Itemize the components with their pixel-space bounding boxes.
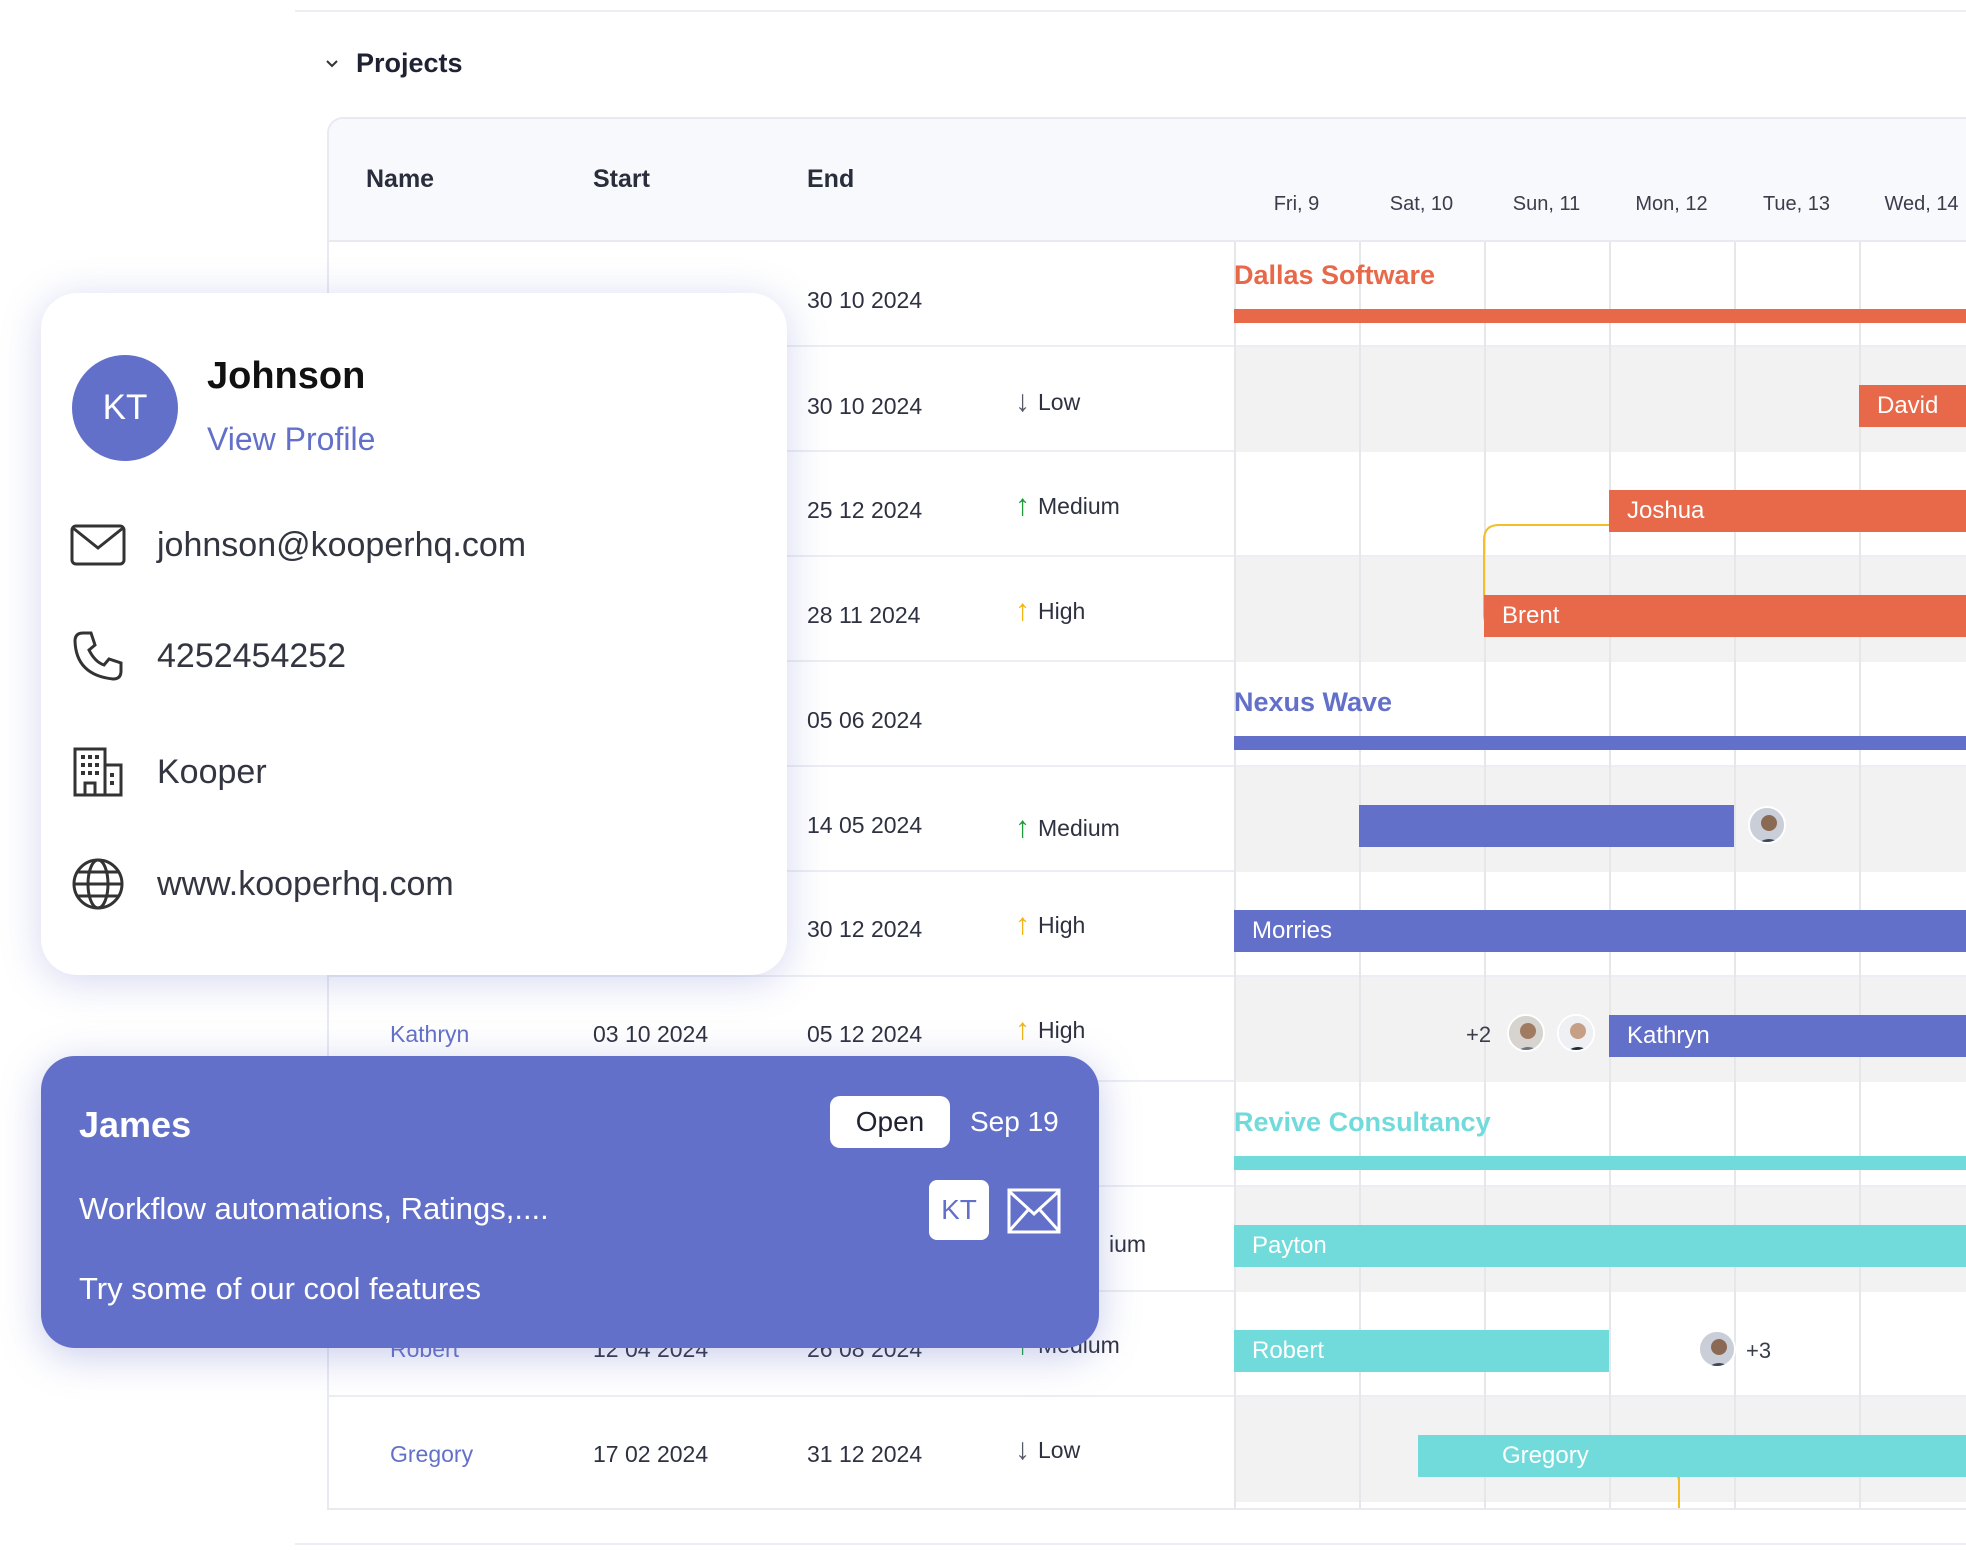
group-bar[interactable] [1234,1156,1966,1170]
task-bar[interactable] [1359,805,1734,847]
priority-label: Low [1038,388,1081,415]
day-header: Mon, 12 [1635,193,1708,215]
grid-header: Name Start End Fri, 9 Sat, 10 Sun, 11 Mo… [329,119,1966,242]
task-bar-david[interactable]: David [1859,385,1966,427]
arrow-up-icon: ↑ [1015,594,1030,627]
assignee-avatar[interactable] [1748,806,1786,844]
envelope-icon[interactable] [1007,1188,1061,1234]
end-date: 25 12 2024 [807,497,923,523]
top-divider [295,10,1966,12]
end-date: 30 10 2024 [807,393,923,419]
arrow-down-icon: ↓ [1015,385,1030,418]
projects-section-toggle[interactable]: Projects [322,48,463,79]
priority-label: ium [1109,1231,1147,1257]
priority-label: Low [1038,1436,1081,1463]
assignee-avatar[interactable] [1698,1330,1736,1368]
extra-assignees-count[interactable]: +2 [1466,1022,1491,1048]
priority-cell: ↓ Low [1015,387,1080,417]
building-icon [69,743,127,801]
group-label-nexus[interactable]: Nexus Wave [1234,687,1392,718]
section-title: Projects [356,48,463,78]
day-header: Sat, 10 [1389,193,1454,215]
avatar[interactable]: KT [72,355,178,461]
end-date: 05 12 2024 [807,1021,923,1047]
day-header: Tue, 13 [1762,193,1831,215]
priority-cell: ↑ Medium [1015,813,1120,843]
task-subtitle: Workflow automations, Ratings,.... [79,1191,549,1226]
group-bar[interactable] [1234,736,1966,750]
task-bar-kathryn[interactable]: Kathryn [1609,1015,1966,1057]
task-card[interactable]: James Open Sep 19 Workflow automations, … [41,1056,1099,1348]
view-profile-link[interactable]: View Profile [207,421,375,458]
group-label-revive[interactable]: Revive Consultancy [1234,1107,1491,1138]
task-name-link[interactable]: Kathryn [390,1021,469,1048]
task-bar-payton[interactable]: Payton [1234,1225,1966,1267]
priority-label: Medium [1038,492,1120,519]
arrow-up-icon: ↑ [1015,908,1030,941]
status-badge[interactable]: Open [830,1096,950,1148]
day-header: Fri, 9 [1273,193,1320,215]
column-header-end[interactable]: End [807,165,854,194]
day-header: Wed, 14 [1884,193,1959,215]
priority-label: High [1038,597,1086,624]
contact-email[interactable]: johnson@kooperhq.com [157,526,526,565]
contact-company-row[interactable]: Kooper [69,743,267,801]
contact-website[interactable]: www.kooperhq.com [157,865,454,904]
gantt-timeline: Dallas Software David Joshua Brent Nexus… [1234,242,1966,1508]
bottom-divider [295,1543,1966,1545]
task-bar-brent[interactable]: Brent [1484,595,1966,637]
arrow-up-icon: ↑ [1015,811,1030,844]
end-date: 05 06 2024 [807,707,923,733]
priority-cell: ↑ High [1015,1015,1085,1045]
phone-icon [69,627,127,685]
column-header-start[interactable]: Start [593,165,650,194]
group-label-dallas[interactable]: Dallas Software [1234,260,1435,291]
day-header: Sun, 11 [1512,193,1581,215]
task-date: Sep 19 [970,1106,1059,1137]
contact-name: Johnson [207,355,366,397]
task-name-link[interactable]: Gregory [390,1441,473,1468]
assignee-avatar[interactable] [1557,1014,1595,1052]
task-bar-gregory[interactable]: Gregory [1418,1435,1966,1477]
end-date: 28 11 2024 [807,602,921,628]
end-date: 30 12 2024 [807,916,923,942]
assignee-avatar[interactable] [1507,1014,1545,1052]
globe-icon [69,855,127,913]
end-date: 30 10 2024 [807,287,923,313]
contact-website-row[interactable]: www.kooperhq.com [69,855,454,913]
priority-cell: ↑ High [1015,910,1085,940]
extra-assignees-count[interactable]: +3 [1746,1338,1771,1364]
assignee-badge[interactable]: KT [929,1180,989,1240]
contact-profile-card: KT Johnson View Profile johnson@kooperhq… [41,293,787,975]
mail-icon [69,516,127,574]
contact-company[interactable]: Kooper [157,753,267,792]
priority-label: Medium [1038,814,1120,841]
task-description: Try some of our cool features [79,1271,482,1306]
priority-label: High [1038,1016,1086,1043]
contact-phone[interactable]: 4252454252 [157,637,346,676]
arrow-up-icon: ↑ [1015,1013,1030,1046]
chevron-down-icon [322,54,342,74]
priority-cell: ↑ High [1015,596,1085,626]
dependency-lines [1483,524,1859,1508]
priority-cell: ↓ Low [1015,1435,1080,1465]
column-header-name[interactable]: Name [366,165,434,194]
group-bar[interactable] [1234,309,1966,323]
task-bar-morries[interactable]: Morries [1234,910,1966,952]
start-date: 17 02 2024 [593,1441,709,1467]
end-date: 14 05 2024 [807,812,923,838]
task-bar-joshua[interactable]: Joshua [1609,490,1966,532]
arrow-down-icon: ↓ [1015,1433,1030,1466]
contact-phone-row[interactable]: 4252454252 [69,627,346,685]
end-date: 31 12 2024 [807,1441,923,1467]
task-bar-robert[interactable]: Robert [1234,1330,1609,1372]
task-title: James [79,1104,192,1145]
arrow-up-icon: ↑ [1015,489,1030,522]
priority-label: High [1038,911,1086,938]
contact-email-row[interactable]: johnson@kooperhq.com [69,516,526,574]
start-date: 03 10 2024 [593,1021,709,1047]
priority-cell: ↑ Medium [1015,491,1120,521]
